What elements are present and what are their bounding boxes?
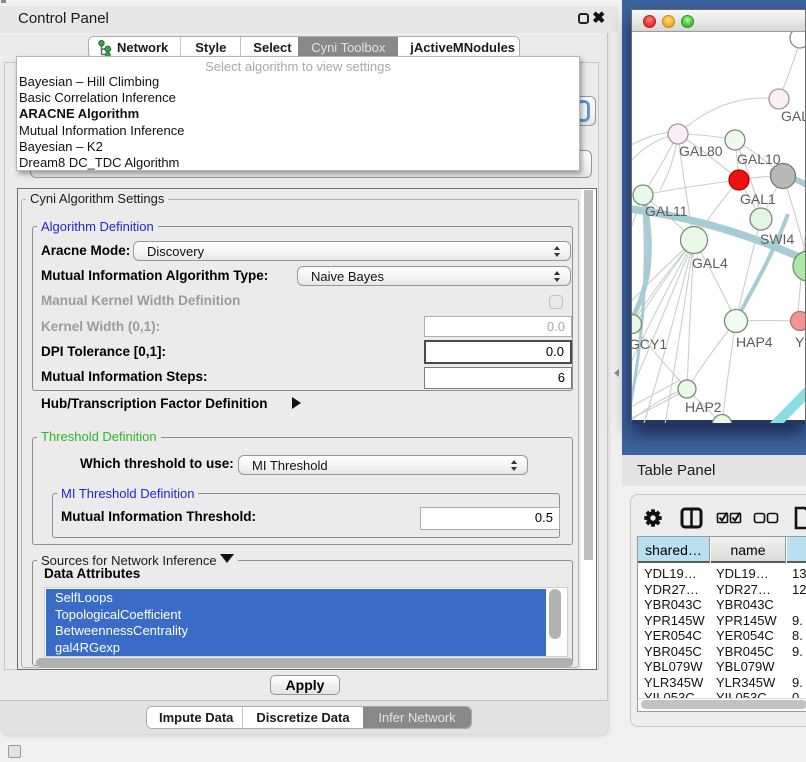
svg-text:GAL4: GAL4 [692, 255, 728, 271]
svg-text:HAP4: HAP4 [736, 334, 773, 350]
svg-text:GAL10: GAL10 [737, 151, 781, 167]
svg-text:HAP2: HAP2 [685, 399, 722, 415]
svg-text:GAL1: GAL1 [740, 191, 776, 207]
svg-text:GCY1: GCY1 [632, 336, 667, 352]
svg-text:Y: Y [795, 334, 805, 350]
svg-text:GAL80: GAL80 [679, 143, 723, 159]
svg-text:GAL11: GAL11 [645, 203, 688, 219]
svg-text:GAL7: GAL7 [781, 108, 805, 124]
svg-text:SWI4: SWI4 [760, 231, 794, 247]
